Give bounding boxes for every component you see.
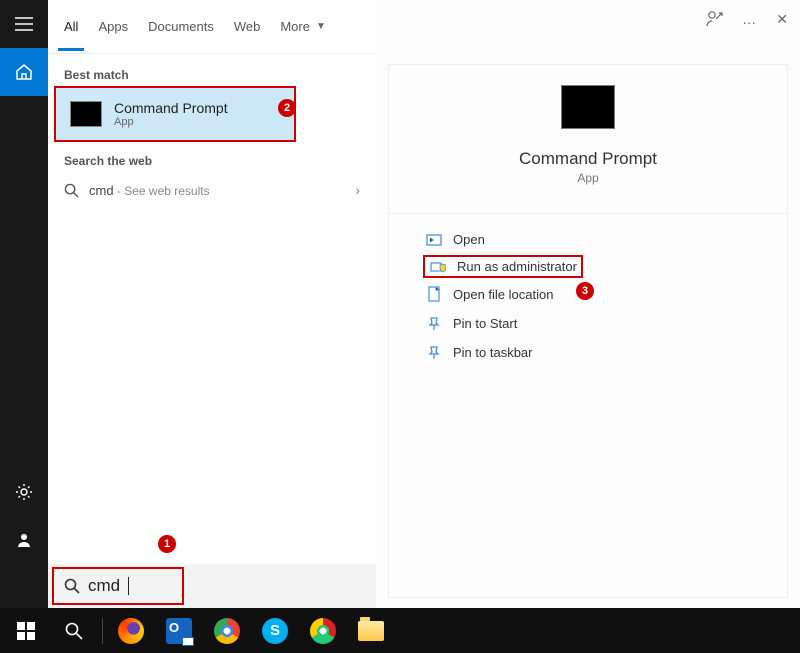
best-match-result[interactable]: Command Prompt App — [56, 88, 294, 140]
filter-tabs: All Apps Documents Web More ▼ — [48, 0, 376, 54]
separator — [389, 213, 787, 214]
result-subtitle: App — [114, 116, 228, 128]
taskbar-firefox[interactable] — [109, 609, 153, 653]
taskbar-separator — [102, 618, 103, 644]
action-pin-start[interactable]: Pin to Start — [425, 312, 751, 335]
web-result-row[interactable]: cmd - See web results › — [48, 172, 376, 208]
result-title: Command Prompt — [114, 100, 228, 116]
skype-icon: S — [262, 618, 288, 644]
text-caret — [128, 577, 129, 595]
cmd-icon — [70, 101, 102, 127]
preview-subtitle: App — [577, 171, 598, 185]
pin-icon — [425, 346, 443, 360]
folder-icon — [425, 286, 443, 302]
hamburger-icon[interactable] — [0, 0, 48, 48]
action-label: Pin to Start — [453, 316, 517, 331]
best-match-header: Best match — [48, 54, 376, 86]
tab-all[interactable]: All — [64, 19, 78, 34]
search-box-row: cmd — [48, 564, 376, 608]
file-explorer-icon — [358, 621, 384, 641]
annotation-badge: 1 — [158, 535, 176, 553]
taskbar-chrome-canary[interactable] — [301, 609, 345, 653]
action-label: Pin to taskbar — [453, 345, 533, 360]
web-query: cmd — [89, 183, 114, 198]
search-icon — [64, 578, 80, 594]
start-button[interactable] — [4, 609, 48, 653]
tab-more[interactable]: More — [280, 19, 310, 34]
gear-icon[interactable] — [0, 468, 48, 516]
home-icon[interactable] — [0, 48, 48, 96]
search-query: cmd — [88, 576, 120, 596]
results-column: All Apps Documents Web More ▼ Best match… — [48, 0, 376, 608]
action-open[interactable]: Open — [425, 228, 751, 251]
annotation-badge: 3 — [576, 282, 594, 300]
firefox-icon — [118, 618, 144, 644]
chevron-right-icon: › — [355, 182, 360, 198]
search-web-header: Search the web — [48, 140, 376, 172]
action-label: Open — [453, 232, 485, 247]
account-icon[interactable] — [0, 516, 48, 564]
start-side-rail — [0, 0, 48, 608]
action-pin-taskbar[interactable]: Pin to taskbar — [425, 341, 751, 364]
chrome-icon — [214, 618, 240, 644]
tab-documents[interactable]: Documents — [148, 19, 214, 34]
window-controls: … ✕ — [706, 10, 788, 28]
taskbar-outlook[interactable]: O — [157, 609, 201, 653]
taskbar: O S — [0, 608, 800, 653]
action-run-admin[interactable]: Run as administrator — [425, 257, 581, 276]
tab-web[interactable]: Web — [234, 19, 261, 34]
tab-apps[interactable]: Apps — [98, 19, 128, 34]
pin-icon — [425, 317, 443, 331]
preview-card: Command Prompt App Open Run as administr… — [388, 64, 788, 598]
chevron-down-icon: ▼ — [316, 21, 326, 32]
start-search-panel: All Apps Documents Web More ▼ Best match… — [0, 0, 800, 608]
search-box[interactable]: cmd — [54, 569, 182, 603]
feedback-icon[interactable] — [706, 10, 724, 28]
preview-column: Command Prompt App Open Run as administr… — [376, 0, 800, 608]
action-label: Run as administrator — [457, 259, 577, 274]
taskbar-chrome[interactable] — [205, 609, 249, 653]
action-label: Open file location — [453, 287, 553, 302]
taskbar-skype[interactable]: S — [253, 609, 297, 653]
outlook-icon: O — [166, 618, 192, 644]
more-icon[interactable]: … — [742, 11, 758, 27]
search-icon — [64, 183, 79, 198]
taskbar-file-explorer[interactable] — [349, 609, 393, 653]
annotation-badge: 2 — [278, 99, 296, 117]
chrome-canary-icon — [310, 618, 336, 644]
preview-title: Command Prompt — [519, 149, 657, 169]
web-suffix: - See web results — [114, 184, 210, 198]
open-icon — [425, 234, 443, 246]
shield-icon — [429, 260, 447, 274]
close-icon[interactable]: ✕ — [776, 11, 788, 28]
cmd-icon — [561, 85, 615, 129]
taskbar-search-button[interactable] — [52, 609, 96, 653]
